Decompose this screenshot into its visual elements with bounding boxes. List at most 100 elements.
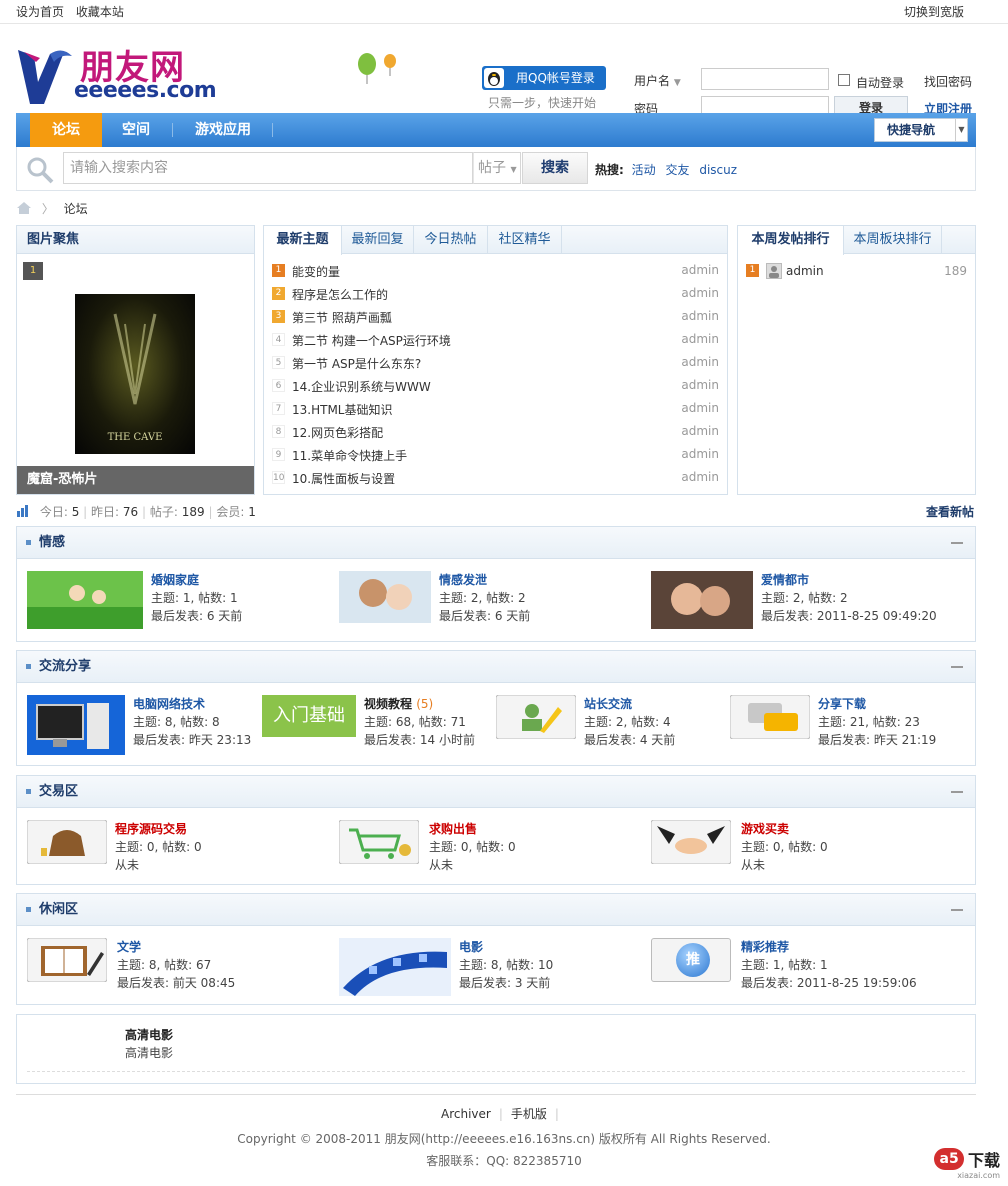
forgot-password-link[interactable]: 找回密码 bbox=[924, 73, 972, 90]
mobile-link[interactable]: 手机版 bbox=[511, 1107, 547, 1121]
tab-latest-replies[interactable]: 最新回复 bbox=[342, 226, 414, 254]
forum-thumbnail-beginner: 入门基础 bbox=[262, 695, 356, 737]
quick-nav-button[interactable]: 快捷导航 ▼ bbox=[874, 118, 968, 142]
footer-separator: | bbox=[498, 1107, 503, 1121]
topic-link[interactable]: 13.HTML基础知识 bbox=[292, 401, 392, 418]
site-logo[interactable]: 朋友网 eeeees.com bbox=[16, 36, 217, 116]
search-input[interactable]: 请输入搜索内容 bbox=[63, 152, 473, 184]
forum-name[interactable]: 文学 bbox=[117, 938, 141, 955]
focus-index-badge[interactable]: 1 bbox=[23, 262, 43, 280]
nav-item-forum[interactable]: 论坛 bbox=[30, 113, 102, 147]
stats-today-label: 今日: bbox=[39, 505, 68, 519]
switch-wide-link[interactable]: 切换到宽版 bbox=[904, 0, 964, 24]
topic-link[interactable]: 程序是怎么工作的 bbox=[292, 286, 388, 303]
topic-author-link[interactable]: admin bbox=[681, 355, 719, 369]
stats-posts-label: 帖子: bbox=[149, 505, 178, 519]
forum-name[interactable]: 情感发泄 bbox=[439, 571, 487, 588]
forum-counts: 主题: 0, 帖数: 0 bbox=[741, 840, 828, 854]
forum-name[interactable]: 婚姻家庭 bbox=[151, 571, 199, 588]
stats-today-value: 5 bbox=[71, 505, 80, 519]
topic-author-link[interactable]: admin bbox=[681, 424, 719, 438]
qq-login-button[interactable]: 用QQ帐号登录 bbox=[482, 66, 606, 90]
topic-link[interactable]: 第一节 ASP是什么东东? bbox=[292, 355, 421, 372]
topic-author-link[interactable]: admin bbox=[681, 401, 719, 415]
breadcrumb: 〉 论坛 bbox=[16, 200, 88, 217]
bookmark-link[interactable]: 收藏本站 bbox=[76, 5, 124, 19]
tab-latest-topics[interactable]: 最新主题 bbox=[264, 226, 342, 255]
avatar[interactable] bbox=[766, 263, 782, 279]
category-title[interactable]: 情感 bbox=[39, 535, 65, 550]
collapse-icon[interactable] bbox=[951, 666, 963, 668]
logo-english-text: eeeees.com bbox=[74, 78, 217, 103]
topic-author-link[interactable]: admin bbox=[681, 286, 719, 300]
globe-recommend-icon: 推 bbox=[651, 938, 731, 982]
hot-search-link[interactable]: 交友 bbox=[665, 163, 689, 177]
collapse-icon[interactable] bbox=[951, 909, 963, 911]
category-trade: 交易区 程序源码交易 主题: 0, 帖数: 0 从未 求购出售 主题: 0, 帖… bbox=[16, 775, 976, 885]
hd-movie-title[interactable]: 高清电影 bbox=[125, 1026, 173, 1043]
collapse-icon[interactable] bbox=[951, 791, 963, 793]
forum-name[interactable]: 分享下载 bbox=[818, 695, 866, 712]
forum-name[interactable]: 程序源码交易 bbox=[115, 820, 187, 837]
forum-last-post: 最后发表: 3 天前 bbox=[459, 976, 551, 990]
view-new-posts-link[interactable]: 查看新帖 bbox=[926, 503, 974, 520]
username-type-select[interactable]: 用户名 ▼ bbox=[634, 72, 681, 89]
focus-movie-poster[interactable]: THE CAVE bbox=[75, 294, 195, 454]
forum-name[interactable]: 电脑网络技术 bbox=[133, 695, 205, 712]
topic-link[interactable]: 第二节 构建一个ASP运行环境 bbox=[292, 332, 451, 349]
topic-link[interactable]: 能变的量 bbox=[292, 263, 340, 280]
header: 朋友网 eeeees.com 用QQ帐号登录 只需一步，快速开始 用户名 ▼ 自… bbox=[0, 24, 1008, 120]
tab-community-best[interactable]: 社区精华 bbox=[488, 226, 562, 254]
nav-item-space[interactable]: 空间 bbox=[106, 113, 166, 147]
home-icon[interactable] bbox=[16, 201, 32, 215]
tab-weekly-boards[interactable]: 本周板块排行 bbox=[844, 226, 942, 254]
forum-name[interactable]: 求购出售 bbox=[429, 820, 477, 837]
category-title[interactable]: 交流分享 bbox=[39, 659, 91, 674]
collapse-icon[interactable] bbox=[951, 542, 963, 544]
topic-author-link[interactable]: admin bbox=[681, 378, 719, 392]
topic-author-link[interactable]: admin bbox=[681, 309, 719, 323]
archiver-link[interactable]: Archiver bbox=[441, 1107, 491, 1121]
topic-rank-badge: 2 bbox=[272, 287, 285, 300]
search-button[interactable]: 搜索 bbox=[522, 152, 588, 184]
tab-weekly-posters[interactable]: 本周发帖排行 bbox=[738, 226, 844, 255]
topic-author-link[interactable]: admin bbox=[681, 470, 719, 484]
chat-bubbles-icon bbox=[730, 695, 810, 739]
forum-counts: 主题: 68, 帖数: 71 bbox=[364, 715, 466, 729]
topic-author-link[interactable]: admin bbox=[681, 447, 719, 461]
topic-rank-badge: 9 bbox=[272, 448, 285, 461]
topic-link[interactable]: 11.菜单命令快捷上手 bbox=[292, 447, 407, 464]
topic-link[interactable]: 10.属性面板与设置 bbox=[292, 470, 395, 487]
username-input[interactable] bbox=[701, 68, 829, 90]
nav-item-games[interactable]: 游戏应用 bbox=[182, 113, 264, 147]
set-home-link[interactable]: 设为首页 bbox=[16, 5, 64, 19]
forum-last-post: 从未 bbox=[741, 858, 766, 872]
topic-author-link[interactable]: admin bbox=[681, 332, 719, 346]
forum-name[interactable]: 站长交流 bbox=[584, 695, 632, 712]
topic-link[interactable]: 12.网页色彩搭配 bbox=[292, 424, 383, 441]
weekly-rank-panel: 本周发帖排行 本周板块排行 1 admin 189 bbox=[737, 225, 976, 495]
category-title[interactable]: 交易区 bbox=[39, 784, 78, 799]
logo-mark-icon bbox=[18, 50, 72, 104]
forum-name[interactable]: 游戏买卖 bbox=[741, 820, 789, 837]
forum-name[interactable]: 精彩推荐 bbox=[741, 938, 789, 955]
focus-caption[interactable]: 魔窟-恐怖片 bbox=[17, 466, 254, 494]
topic-link[interactable]: 第三节 照葫芦画瓢 bbox=[292, 309, 392, 326]
topics-tabs: 最新主题 最新回复 今日热帖 社区精华 bbox=[264, 226, 727, 255]
hot-search-label: 热搜: bbox=[595, 163, 624, 177]
tab-today-hot[interactable]: 今日热帖 bbox=[414, 226, 488, 254]
forum-name[interactable]: 爱情都市 bbox=[761, 571, 809, 588]
forum-last-post: 最后发表: 前天 08:45 bbox=[117, 976, 236, 990]
hot-search-link[interactable]: discuz bbox=[699, 163, 737, 177]
topic-link[interactable]: 14.企业识别系统与WWW bbox=[292, 378, 431, 395]
topic-rank-badge: 7 bbox=[272, 402, 285, 415]
category-title[interactable]: 休闲区 bbox=[39, 902, 78, 917]
auto-login-checkbox[interactable] bbox=[838, 74, 850, 86]
topic-author-link[interactable]: admin bbox=[681, 263, 719, 277]
search-category-select[interactable]: 帖子 ▼ bbox=[473, 152, 521, 184]
rank-user-link[interactable]: admin bbox=[786, 264, 824, 278]
hot-search-link[interactable]: 活动 bbox=[632, 163, 656, 177]
bullet-icon bbox=[26, 540, 31, 545]
forum-name[interactable]: 电影 bbox=[459, 938, 483, 955]
forum-name[interactable]: 视频教程 (5) bbox=[364, 695, 433, 712]
